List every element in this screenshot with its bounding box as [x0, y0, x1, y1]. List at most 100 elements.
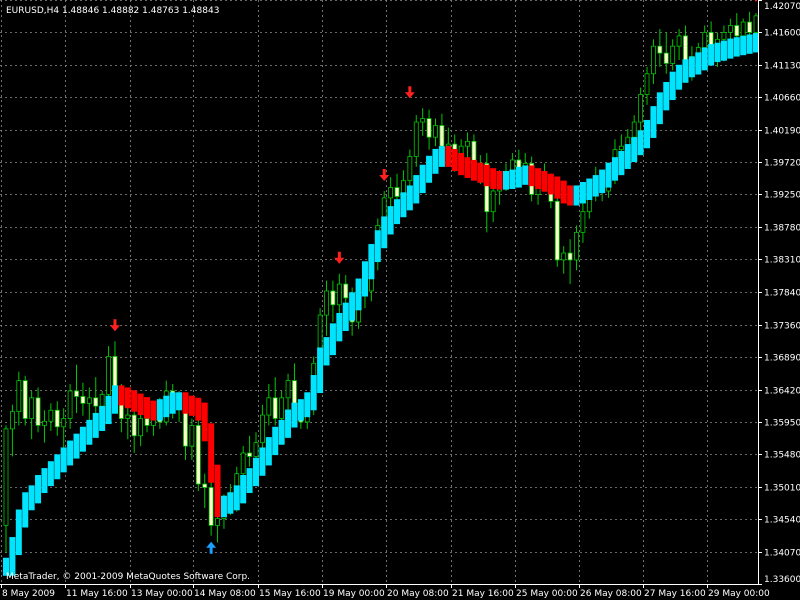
bear-candle [35, 397, 41, 426]
price-tick-label: 1.34540 [764, 516, 800, 526]
price-chart[interactable]: 1.42070 1.41600 1.41130 1.40660 1.40190 1.397… [0, 0, 800, 600]
trend-segment [47, 461, 54, 487]
trend-segment [361, 261, 368, 297]
trend-segment [528, 165, 535, 187]
trend-segment [73, 433, 80, 459]
trend-segment [201, 402, 208, 442]
time-tick-label: 29 May 00:00 [708, 589, 770, 599]
price-tick-label: 1.39720 [764, 159, 800, 169]
trend-segment [740, 35, 747, 56]
bull-candle [618, 145, 624, 151]
bear-candle [208, 487, 214, 526]
bear-candle [272, 397, 278, 419]
trend-segment [22, 492, 29, 528]
trend-segment [464, 157, 471, 178]
bull-candle [702, 32, 708, 48]
trend-segment [28, 485, 35, 511]
trend-segment [35, 475, 42, 504]
trend-segment [131, 390, 138, 412]
trend-segment [163, 395, 170, 418]
trend-segment [336, 312, 343, 342]
trend-segment [586, 178, 593, 200]
trend-segment [323, 337, 330, 366]
trend-segment [176, 392, 183, 411]
trend-segment [400, 192, 407, 218]
bear-candle [439, 125, 445, 147]
bear-candle [747, 21, 752, 33]
bull-candle [561, 252, 567, 261]
bull-candle [10, 411, 15, 430]
trend-segment [67, 440, 74, 466]
time-tick-label: 26 May 08:00 [580, 589, 642, 599]
bull-candle [490, 190, 496, 213]
price-tick-label: 1.37360 [764, 322, 800, 332]
bull-candle [420, 118, 426, 123]
trend-segment [99, 406, 106, 431]
sell-arrow [334, 251, 345, 264]
sell-arrow [109, 319, 120, 332]
trend-segment [368, 244, 375, 280]
price-tick-label: 1.38310 [764, 256, 800, 266]
trend-segment [579, 181, 586, 204]
trend-segment [682, 59, 689, 83]
bull-candle [253, 442, 259, 457]
trend-segment [733, 37, 740, 57]
bear-candle [144, 418, 150, 426]
trend-segment [240, 475, 247, 504]
trend-segment [310, 375, 317, 411]
trend-segment [490, 168, 497, 189]
bull-candle [86, 397, 92, 404]
price-tick-label: 1.40660 [764, 94, 800, 104]
trend-segment [246, 468, 253, 494]
trend-segment [253, 457, 259, 487]
price-tick-label: 1.39250 [764, 191, 800, 201]
trend-segment [470, 159, 477, 181]
trend-segment [426, 155, 433, 183]
trend-segment [291, 402, 298, 428]
bear-candle [394, 187, 400, 197]
time-tick-label: 11 May 16:00 [66, 589, 128, 599]
trend-segment [503, 170, 509, 190]
trend-segment [599, 169, 606, 194]
bear-candle [663, 52, 669, 64]
bear-candle [683, 35, 688, 62]
bear-candle [330, 290, 336, 306]
time-tick-label: 13 May 00:00 [131, 589, 193, 599]
time-tick-label: 21 May 16:00 [452, 589, 514, 599]
price-tick-label: 1.36890 [764, 354, 800, 364]
trend-segment [676, 64, 683, 90]
price-tick-label: 1.36420 [764, 387, 800, 397]
bull-candle [753, 15, 759, 33]
trend-segment [714, 42, 721, 63]
time-axis: 8 May 2009 11 May 16:00 13 May 00:00 14 May… [0, 584, 770, 599]
trend-segment [477, 162, 484, 183]
trend-segment [515, 166, 522, 188]
trend-segment [195, 397, 202, 421]
time-tick-label: 25 May 00:00 [516, 589, 578, 599]
bull-candle [727, 25, 733, 33]
trend-segment [483, 164, 490, 187]
trend-segment [265, 437, 272, 466]
trend-segment [92, 412, 99, 438]
bull-candle [240, 452, 246, 475]
trend-segment [144, 397, 151, 419]
price-tick-label: 1.38780 [764, 224, 800, 234]
bull-candle [676, 35, 682, 47]
bull-candle [189, 425, 195, 447]
trend-segment [86, 419, 93, 445]
bear-candle [657, 45, 663, 54]
trend-segment [554, 176, 561, 199]
trend-segment [688, 56, 695, 78]
trend-segment [220, 495, 227, 518]
time-tick-label: 15 May 16:00 [259, 589, 321, 599]
bear-candle [22, 380, 28, 419]
trend-segment [535, 168, 542, 189]
bull-candle [324, 290, 329, 316]
bull-candle [638, 94, 644, 123]
trend-segment [374, 230, 381, 263]
trend-segment [419, 164, 426, 194]
trend-segment [547, 173, 554, 195]
grid [0, 0, 758, 585]
bull-candle [125, 414, 131, 419]
bull-candle [285, 380, 291, 399]
